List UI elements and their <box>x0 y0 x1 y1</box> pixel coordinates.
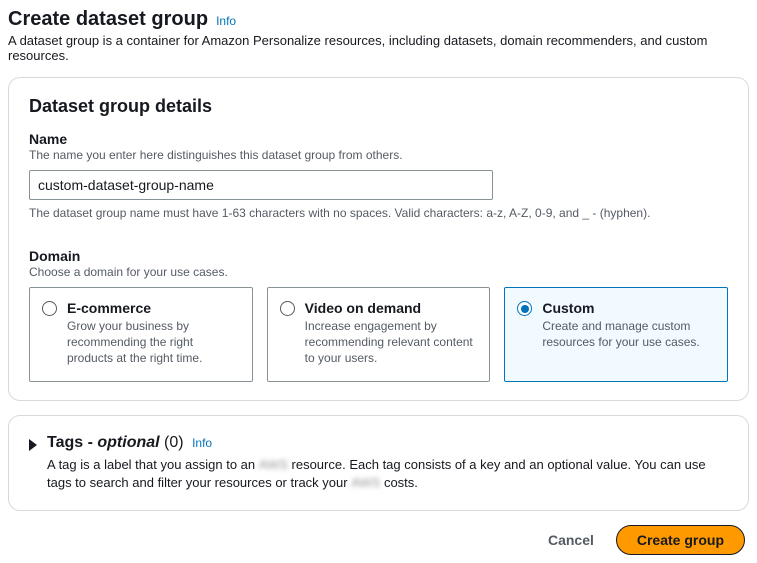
redacted-text: AWS <box>259 456 288 474</box>
domain-option-title: Video on demand <box>305 300 478 316</box>
details-panel-title: Dataset group details <box>29 96 728 117</box>
domain-option-vod[interactable]: Video on demand Increase engagement by r… <box>267 287 491 382</box>
name-constraint: The dataset group name must have 1-63 ch… <box>29 206 728 220</box>
name-input[interactable] <box>29 170 493 200</box>
redacted-text: AWS <box>351 474 380 492</box>
footer-actions: Cancel Create group <box>8 525 749 555</box>
name-label: Name <box>29 131 728 147</box>
tags-panel: Tags - optional (0) Info A tag is a labe… <box>8 415 749 511</box>
domain-hint: Choose a domain for your use cases. <box>29 265 728 279</box>
domain-option-title: Custom <box>542 300 715 316</box>
name-hint: The name you enter here distinguishes th… <box>29 148 728 162</box>
page-title: Create dataset group <box>8 8 208 31</box>
create-group-button[interactable]: Create group <box>616 525 745 555</box>
domain-field: Domain Choose a domain for your use case… <box>29 248 728 382</box>
domain-option-custom[interactable]: Custom Create and manage custom resource… <box>504 287 728 382</box>
radio-icon <box>280 301 295 316</box>
domain-option-title: E-commerce <box>67 300 240 316</box>
tags-info-link[interactable]: Info <box>192 436 212 450</box>
domain-option-desc: Create and manage custom resources for y… <box>542 318 715 350</box>
caret-right-icon[interactable] <box>29 439 37 451</box>
info-link[interactable]: Info <box>216 14 236 28</box>
cancel-button[interactable]: Cancel <box>540 526 602 554</box>
details-panel: Dataset group details Name The name you … <box>8 77 749 401</box>
domain-option-ecommerce[interactable]: E-commerce Grow your business by recomme… <box>29 287 253 382</box>
tags-title: Tags - optional (0) Info <box>47 434 728 452</box>
radio-icon <box>42 301 57 316</box>
domain-option-desc: Increase engagement by recommending rele… <box>305 318 478 367</box>
radio-icon <box>517 301 532 316</box>
page-subtitle: A dataset group is a container for Amazo… <box>8 33 749 63</box>
domain-option-desc: Grow your business by recommending the r… <box>67 318 240 367</box>
name-field: Name The name you enter here distinguish… <box>29 131 728 220</box>
tags-description: A tag is a label that you assign to an A… <box>47 456 728 492</box>
domain-label: Domain <box>29 248 728 264</box>
